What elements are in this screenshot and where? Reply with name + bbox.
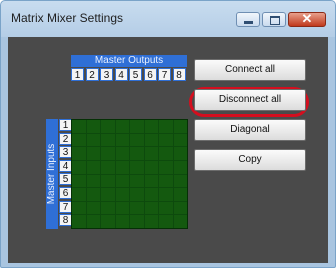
output-column-label: 6 xyxy=(143,68,157,81)
matrix-cell[interactable] xyxy=(86,160,100,174)
matrix-cell[interactable] xyxy=(173,147,187,160)
matrix-cell[interactable] xyxy=(101,160,115,174)
matrix-cell[interactable] xyxy=(101,133,115,147)
matrix-cell[interactable] xyxy=(130,133,144,147)
matrix-cell[interactable] xyxy=(130,174,144,188)
matrix-cell[interactable] xyxy=(130,188,144,201)
matrix-cell[interactable] xyxy=(115,120,129,133)
matrix-cell[interactable] xyxy=(115,147,129,160)
matrix-cell[interactable] xyxy=(101,215,115,228)
client-area: Master Outputs 1 2 3 4 5 6 7 8 Master In… xyxy=(8,37,328,263)
matrix-cell[interactable] xyxy=(130,215,144,228)
matrix-cell[interactable] xyxy=(101,201,115,215)
master-outputs-label: Master Outputs xyxy=(71,55,187,67)
minimize-icon xyxy=(244,21,253,24)
matrix-cell[interactable] xyxy=(86,201,100,215)
matrix-cell[interactable] xyxy=(144,120,158,133)
matrix-cell[interactable] xyxy=(144,133,158,147)
matrix-cell[interactable] xyxy=(173,174,187,188)
output-column-label: 3 xyxy=(100,68,113,81)
output-column-label: 5 xyxy=(129,68,142,81)
minimize-button[interactable] xyxy=(236,12,260,27)
matrix-cell[interactable] xyxy=(130,147,144,160)
matrix-cell[interactable] xyxy=(115,215,129,228)
master-inputs-label: Master Inputs xyxy=(46,119,58,229)
output-column-label: 1 xyxy=(71,68,84,81)
window-controls: ✕ xyxy=(234,11,326,27)
matrix-cell[interactable] xyxy=(159,160,173,174)
matrix-cell[interactable] xyxy=(115,188,129,201)
matrix-mixer-window: Matrix Mixer Settings ✕ Master Outputs 1… xyxy=(0,0,336,268)
matrix-cell[interactable] xyxy=(86,133,100,147)
matrix-cell[interactable] xyxy=(72,160,86,174)
matrix-cell[interactable] xyxy=(144,147,158,160)
matrix-cell[interactable] xyxy=(115,201,129,215)
window-title: Matrix Mixer Settings xyxy=(11,11,124,25)
matrix-cell[interactable] xyxy=(72,201,86,215)
matrix-cell[interactable] xyxy=(101,147,115,160)
matrix-cell[interactable] xyxy=(144,160,158,174)
close-button[interactable]: ✕ xyxy=(288,11,326,27)
matrix-cell[interactable] xyxy=(173,188,187,201)
maximize-button[interactable] xyxy=(262,12,286,27)
output-column-label: 8 xyxy=(172,68,186,81)
matrix-cell[interactable] xyxy=(159,215,173,228)
matrix-cell[interactable] xyxy=(144,201,158,215)
matrix-cell[interactable] xyxy=(173,133,187,147)
matrix-cell[interactable] xyxy=(173,160,187,174)
matrix-cell[interactable] xyxy=(115,174,129,188)
matrix-cell[interactable] xyxy=(115,160,129,174)
matrix-cell[interactable] xyxy=(173,201,187,215)
matrix-cell[interactable] xyxy=(144,215,158,228)
matrix-cell[interactable] xyxy=(144,174,158,188)
matrix-cell[interactable] xyxy=(159,120,173,133)
matrix-cell[interactable] xyxy=(72,133,86,147)
matrix-cell[interactable] xyxy=(86,215,100,228)
matrix-cell[interactable] xyxy=(173,120,187,133)
output-column-numbers: 1 2 3 4 5 6 7 8 xyxy=(71,68,187,81)
matrix-cell[interactable] xyxy=(144,188,158,201)
matrix-cell[interactable] xyxy=(173,215,187,228)
matrix-cell[interactable] xyxy=(72,120,86,133)
title-bar[interactable]: Matrix Mixer Settings ✕ xyxy=(1,1,335,37)
matrix-cell[interactable] xyxy=(86,120,100,133)
matrix-cell[interactable] xyxy=(101,188,115,201)
matrix-cell[interactable] xyxy=(101,120,115,133)
connect-all-button[interactable]: Connect all xyxy=(194,59,306,81)
output-column-label: 4 xyxy=(114,68,128,81)
matrix-cell[interactable] xyxy=(159,174,173,188)
copy-button[interactable]: Copy xyxy=(194,149,306,171)
matrix-cell[interactable] xyxy=(130,160,144,174)
matrix-cell[interactable] xyxy=(72,188,86,201)
matrix-cell[interactable] xyxy=(72,215,86,228)
matrix-cell[interactable] xyxy=(86,174,100,188)
matrix-cell[interactable] xyxy=(72,147,86,160)
routing-matrix-grid xyxy=(71,119,188,229)
matrix-cell[interactable] xyxy=(86,147,100,160)
disconnect-all-button[interactable]: Disconnect all xyxy=(194,89,306,111)
matrix-cell[interactable] xyxy=(159,201,173,215)
matrix-cell[interactable] xyxy=(72,174,86,188)
diagonal-button[interactable]: Diagonal xyxy=(194,119,306,141)
output-column-label: 7 xyxy=(158,68,171,81)
matrix-cell[interactable] xyxy=(115,133,129,147)
matrix-cell[interactable] xyxy=(130,120,144,133)
matrix-cell[interactable] xyxy=(101,174,115,188)
maximize-icon xyxy=(270,16,280,25)
matrix-cell[interactable] xyxy=(159,188,173,201)
matrix-cell[interactable] xyxy=(159,147,173,160)
matrix-cell[interactable] xyxy=(86,188,100,201)
output-column-label: 2 xyxy=(85,68,99,81)
matrix-cell[interactable] xyxy=(130,201,144,215)
master-inputs-text: Master Inputs xyxy=(46,143,57,205)
close-icon: ✕ xyxy=(301,11,313,26)
matrix-cell[interactable] xyxy=(159,133,173,147)
